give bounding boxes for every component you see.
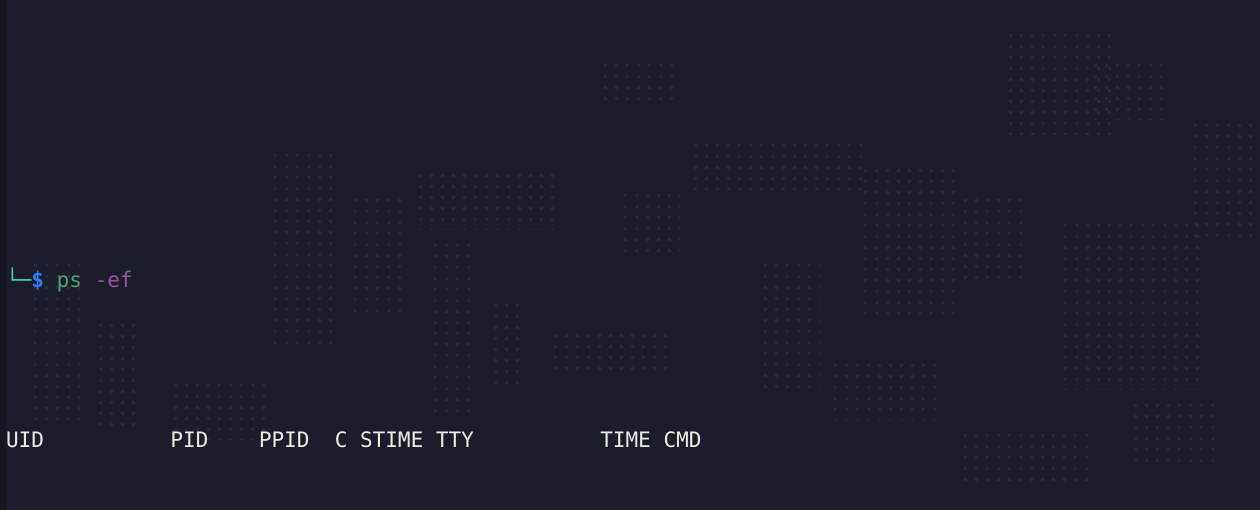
terminal-window[interactable]: ┌──(kali㉿kali)-[~] └─$ ps -ef UID PID PP… <box>0 0 1260 510</box>
terminal-output-area[interactable]: ┌──(kali㉿kali)-[~] └─$ ps -ef UID PID PP… <box>0 0 1260 510</box>
command-options[interactable]: -ef <box>95 268 133 292</box>
ps-header-row: UID PID PPID C STIME TTY TIME CMD <box>6 428 702 452</box>
prompt-decoration: └─ <box>6 268 32 292</box>
command-space <box>82 268 95 292</box>
prompt-dollar-symbol: $ <box>31 268 44 292</box>
command-prompt-line[interactable]: └─$ ps -ef <box>6 264 1260 296</box>
previous-prompt-line-clipped: ┌──(kali㉿kali)-[~] <box>6 128 1260 136</box>
command-name[interactable]: ps <box>57 268 82 292</box>
